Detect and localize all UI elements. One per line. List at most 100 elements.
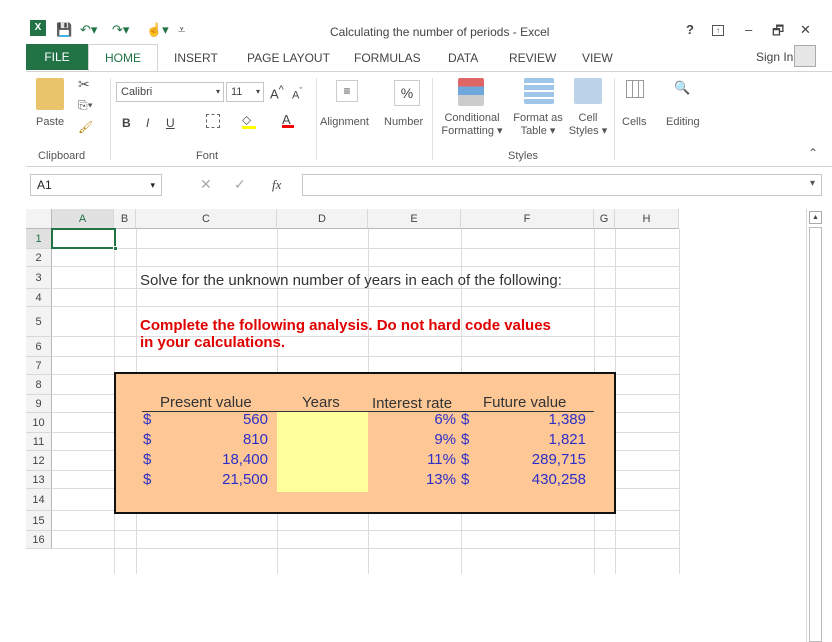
column-header[interactable]: B — [114, 209, 136, 229]
row-header[interactable]: 1 — [26, 229, 52, 249]
row-header[interactable]: 15 — [26, 511, 52, 531]
bold-button[interactable]: B — [122, 116, 131, 130]
row-header[interactable]: 8 — [26, 375, 52, 395]
active-cell[interactable] — [51, 228, 116, 249]
percent-icon[interactable]: % — [394, 80, 420, 106]
gridline — [52, 248, 679, 249]
present-value-cell: 21,500 — [222, 471, 268, 488]
format-as-table-icon[interactable] — [524, 78, 554, 104]
scroll-up-icon[interactable]: ▲ — [809, 211, 822, 224]
alignment-icon[interactable]: ≡ — [336, 80, 358, 102]
present-value-cell: 18,400 — [222, 451, 268, 468]
tab-page-layout[interactable]: PAGE LAYOUT — [247, 51, 330, 65]
column-header[interactable]: C — [136, 209, 277, 229]
currency-symbol: $ — [461, 411, 470, 428]
row-header[interactable]: 4 — [26, 289, 52, 307]
tab-home[interactable]: HOME — [88, 44, 158, 72]
column-header[interactable]: D — [277, 209, 368, 229]
interest-rate-cell: 6% — [434, 411, 456, 428]
format-as-table-button[interactable]: Format as Table ▾ — [508, 112, 568, 137]
copy-icon[interactable]: ⎘▾ — [78, 98, 93, 113]
font-size-select[interactable]: 11 ▾ — [226, 82, 264, 102]
row-header[interactable]: 14 — [26, 489, 52, 511]
cells-icon[interactable] — [626, 80, 644, 98]
conditional-formatting-icon[interactable] — [458, 78, 484, 106]
shrink-font-icon[interactable]: Aˇ — [292, 86, 302, 102]
touch-mode-icon[interactable]: ☝▾ — [146, 22, 169, 38]
future-value-cell: 430,258 — [531, 471, 586, 488]
number-button[interactable]: Number — [384, 116, 423, 128]
save-icon[interactable]: 💾 — [56, 22, 72, 38]
tab-review[interactable]: REVIEW — [509, 51, 556, 65]
tab-view[interactable]: VIEW — [582, 51, 613, 65]
vertical-scrollbar[interactable]: ▲ — [806, 209, 824, 642]
formula-input[interactable] — [302, 174, 822, 196]
select-all-corner[interactable] — [26, 209, 52, 229]
insert-function-button[interactable]: fx — [272, 177, 281, 193]
tab-insert[interactable]: INSERT — [174, 51, 218, 65]
column-header[interactable]: H — [615, 209, 679, 229]
expand-formula-icon[interactable]: ▾ — [810, 178, 815, 189]
row-header[interactable]: 5 — [26, 307, 52, 337]
editing-button[interactable]: Editing — [666, 116, 700, 128]
cut-icon[interactable]: ✂ — [78, 76, 90, 93]
ribbon-display-icon[interactable]: ↑ — [712, 25, 724, 36]
underline-button[interactable]: U — [166, 116, 175, 130]
present-value-cell: 560 — [242, 411, 268, 428]
minimize-button[interactable]: – — [745, 22, 752, 37]
cancel-icon[interactable]: ✕ — [200, 176, 212, 193]
restore-button[interactable]: 🗗 — [772, 22, 784, 44]
borders-icon[interactable] — [206, 114, 220, 128]
row-header[interactable]: 9 — [26, 395, 52, 413]
sign-in-link[interactable]: Sign In — [756, 50, 793, 64]
cell-styles-icon[interactable] — [574, 78, 602, 104]
paste-button[interactable]: Paste — [36, 116, 64, 128]
user-avatar-icon[interactable] — [794, 45, 816, 67]
help-button[interactable]: ? — [686, 22, 694, 37]
row-header[interactable]: 16 — [26, 531, 52, 549]
conditional-formatting-button[interactable]: Conditional Formatting ▾ — [440, 112, 504, 137]
fill-color-icon[interactable]: ⬦ — [242, 112, 256, 129]
header-interest-rate: Interest rate — [372, 395, 453, 412]
font-group-label: Font — [196, 150, 219, 162]
paste-icon[interactable] — [36, 78, 64, 110]
row-header[interactable]: 13 — [26, 471, 52, 489]
tab-file[interactable]: FILE — [26, 44, 88, 70]
redo-icon[interactable]: ↷▾ — [112, 22, 129, 38]
undo-icon[interactable]: ↶▾ — [80, 22, 97, 38]
format-painter-icon[interactable]: 🖌 — [78, 120, 93, 134]
collapse-ribbon-icon[interactable]: ⌃ — [808, 146, 818, 160]
row-header[interactable]: 2 — [26, 249, 52, 267]
cells-button[interactable]: Cells — [622, 116, 646, 128]
customize-qat-icon[interactable]: ⩡ — [178, 22, 185, 38]
font-name-select[interactable]: Calibri ▾ — [116, 82, 224, 102]
column-header[interactable]: F — [461, 209, 594, 229]
row-header[interactable]: 3 — [26, 267, 52, 289]
grow-font-icon[interactable]: A^ — [270, 84, 284, 101]
interest-rate-cell: 11% — [427, 451, 456, 468]
font-color-icon[interactable]: A — [282, 112, 294, 128]
italic-button[interactable]: I — [146, 116, 149, 130]
scroll-thumb[interactable] — [809, 227, 822, 642]
row-header[interactable]: 10 — [26, 413, 52, 433]
row-header[interactable]: 12 — [26, 451, 52, 471]
row-header[interactable]: 11 — [26, 433, 52, 451]
row-header[interactable]: 7 — [26, 357, 52, 375]
name-box[interactable]: A1 ▾ — [30, 174, 162, 196]
column-header[interactable]: A — [52, 209, 114, 229]
future-value-cell: 1,389 — [548, 411, 586, 428]
tab-data[interactable]: DATA — [448, 51, 478, 65]
column-header[interactable]: E — [368, 209, 461, 229]
enter-icon[interactable]: ✓ — [234, 176, 246, 193]
tab-formulas[interactable]: FORMULAS — [354, 51, 421, 65]
years-input-range[interactable] — [277, 412, 368, 492]
currency-symbol: $ — [461, 471, 470, 488]
row-header[interactable]: 6 — [26, 337, 52, 357]
future-value-cell: 289,715 — [531, 451, 586, 468]
cell-styles-button[interactable]: Cell Styles ▾ — [566, 112, 610, 137]
fill-handle[interactable] — [113, 246, 118, 251]
column-header[interactable]: G — [594, 209, 615, 229]
editing-icon[interactable]: 🔍 — [674, 80, 690, 96]
alignment-button[interactable]: Alignment — [320, 116, 369, 128]
close-button[interactable]: ✕ — [800, 22, 811, 38]
